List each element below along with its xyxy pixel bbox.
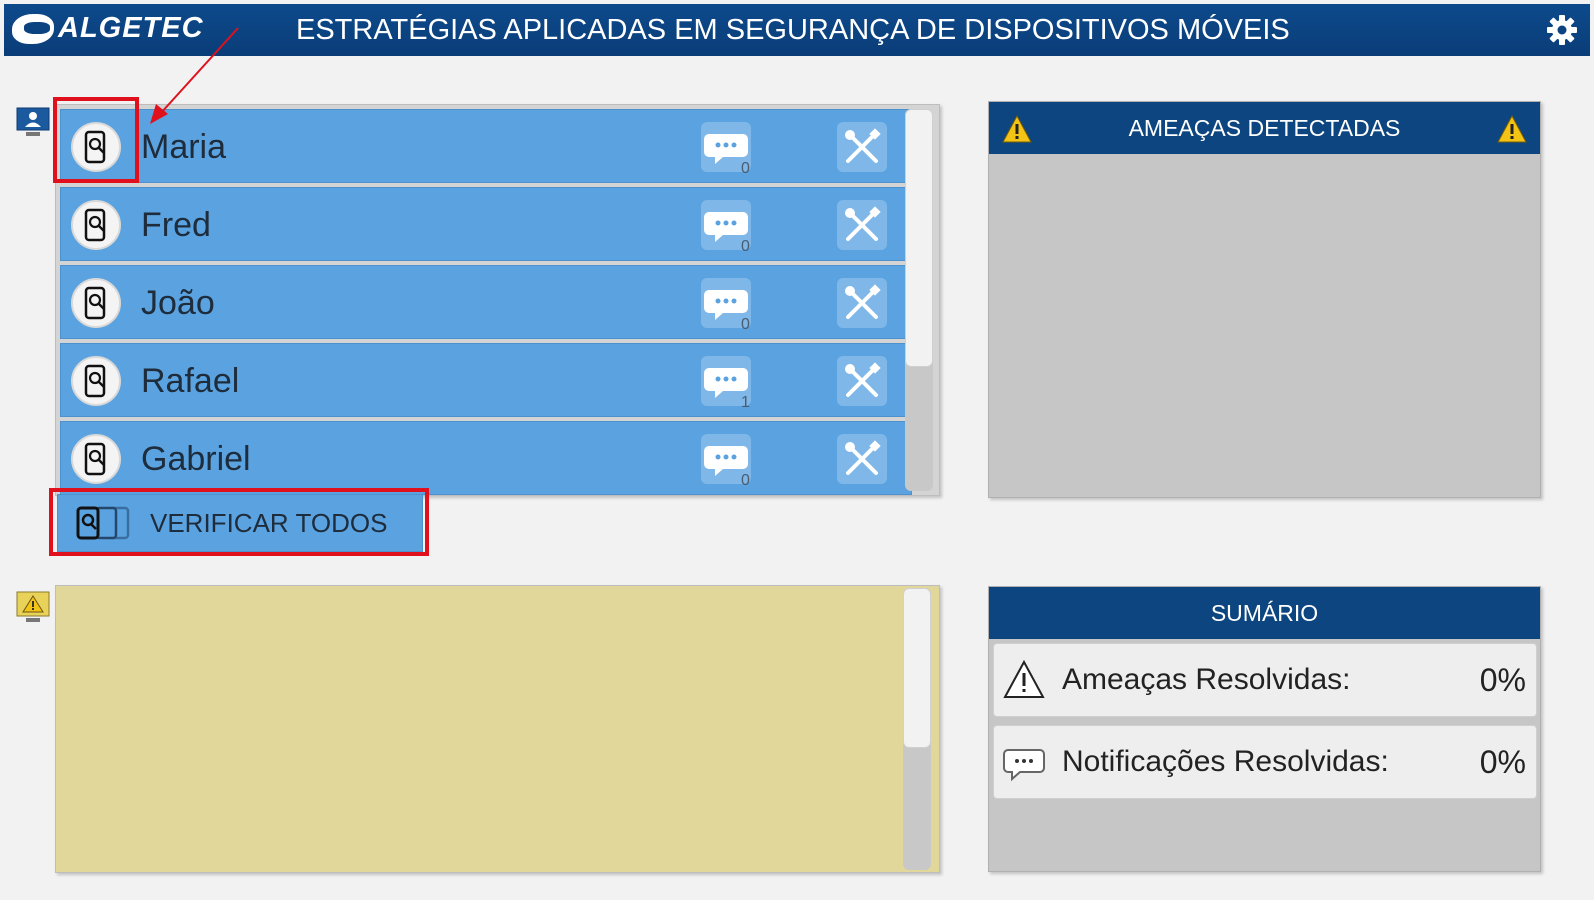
tools-icon[interactable]	[837, 278, 887, 328]
notifications-scrollbar[interactable]	[903, 588, 931, 870]
page-title: ESTRATÉGIAS APLICADAS EM SEGURANÇA DE DI…	[296, 14, 1290, 46]
phone-scan-icon[interactable]	[71, 434, 121, 484]
phone-scan-icon[interactable]	[71, 200, 121, 250]
phone-scan-icon[interactable]	[71, 278, 121, 328]
notification-count: 0	[741, 316, 750, 333]
notifications-resolved-label: Notificações Resolvidas:	[1062, 745, 1389, 778]
device-list: Maria 0 Fred 0 João 0 Rafael 1 Gabriel 0	[60, 109, 912, 499]
device-row[interactable]: Rafael 1	[60, 343, 912, 417]
device-row[interactable]: Fred 0	[60, 187, 912, 261]
notification-count: 0	[741, 160, 750, 177]
tools-icon[interactable]	[837, 200, 887, 250]
notifications-resolved-value: 0%	[1479, 743, 1526, 780]
notifications-panel	[55, 585, 940, 873]
threats-header: AMEAÇAS DETECTADAS	[989, 102, 1540, 154]
tools-icon[interactable]	[837, 122, 887, 172]
summary-panel: SUMÁRIO Ameaças Resolvidas: 0% Notificaç…	[988, 586, 1541, 872]
notification-count: 0	[741, 238, 750, 255]
device-list-scrollbar[interactable]	[905, 109, 933, 491]
annotation-arrow-icon	[150, 27, 239, 124]
highlight-box-verify-all	[49, 488, 429, 556]
device-row[interactable]: João 0	[60, 265, 912, 339]
threats-title: AMEAÇAS DETECTADAS	[1128, 114, 1401, 141]
summary-header: SUMÁRIO	[989, 587, 1540, 639]
scrollbar-thumb[interactable]	[905, 109, 933, 367]
device-name: Gabriel	[141, 440, 251, 478]
highlight-box-device-icon	[53, 97, 139, 183]
tools-icon[interactable]	[837, 356, 887, 406]
warning-outline-icon	[1003, 659, 1045, 698]
device-name: Rafael	[141, 362, 240, 400]
threats-resolved-label: Ameaças Resolvidas:	[1062, 663, 1351, 696]
summary-notifications-row: Notificações Resolvidas: 0%	[993, 725, 1537, 799]
tools-icon[interactable]	[837, 434, 887, 484]
summary-threats-row: Ameaças Resolvidas: 0%	[993, 643, 1537, 717]
phone-scan-icon[interactable]	[71, 356, 121, 406]
device-list-panel: Maria 0 Fred 0 João 0 Rafael 1 Gabriel 0	[55, 104, 940, 496]
notification-count: 0	[741, 472, 750, 489]
warning-monitor-icon	[16, 591, 50, 622]
warning-icon	[1002, 114, 1032, 143]
gear-icon[interactable]	[1546, 14, 1578, 46]
threats-resolved-value: 0%	[1479, 661, 1526, 698]
chat-bubble-outline-icon	[1003, 749, 1045, 782]
device-name: Fred	[141, 206, 211, 244]
device-row[interactable]: Gabriel 0	[60, 421, 912, 495]
logo-mark	[12, 13, 54, 44]
scrollbar-thumb[interactable]	[903, 588, 931, 748]
warning-icon	[1497, 114, 1527, 143]
summary-title: SUMÁRIO	[1210, 599, 1319, 626]
device-name: João	[141, 284, 215, 322]
device-name: Maria	[141, 128, 227, 166]
threats-panel: AMEAÇAS DETECTADAS	[988, 101, 1541, 498]
notification-count: 1	[741, 394, 750, 411]
user-monitor-icon	[16, 107, 50, 136]
